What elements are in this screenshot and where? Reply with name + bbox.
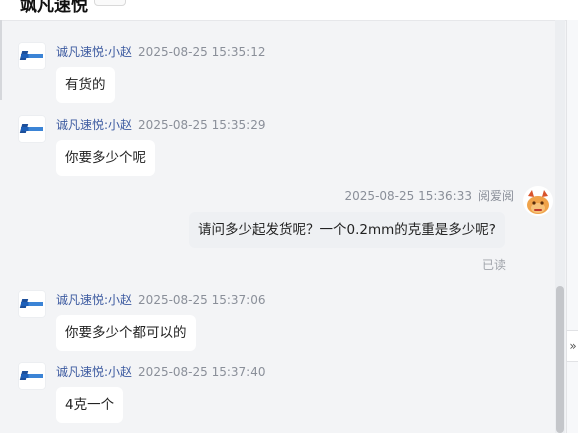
side-panel-edge <box>566 20 578 433</box>
message-time: 2025-08-25 15:36:33 <box>344 189 472 203</box>
message-meta: 诚凡速悦:小赵 2025-08-25 15:35:29 <box>56 116 266 133</box>
message-bubble[interactable]: 你要多少个呢 <box>56 140 155 176</box>
message-time: 2025-08-25 15:35:29 <box>138 118 266 132</box>
double-chevron-right-icon[interactable]: » <box>566 330 578 362</box>
message-bubble[interactable]: 4克一个 <box>56 387 124 423</box>
brand-logo-icon[interactable] <box>18 290 46 318</box>
message-list[interactable]: 诚凡速悦:小赵 2025-08-25 15:35:12 有货的 诚凡速悦:小赵 20… <box>0 20 566 433</box>
message-meta: 2025-08-25 15:36:33 阅爱阅 <box>345 187 514 204</box>
message-bubble[interactable]: 你要多少个都可以的 <box>56 315 196 351</box>
sender-name[interactable]: 诚凡速悦:小赵 <box>56 365 132 379</box>
message-time: 2025-08-25 15:37:06 <box>138 293 266 307</box>
scrollbar-thumb[interactable] <box>556 286 564 433</box>
header-tag[interactable] <box>94 0 126 6</box>
sender-name[interactable]: 诚凡速悦:小赵 <box>56 118 132 132</box>
sender-name[interactable]: 诚凡速悦:小赵 <box>56 293 132 307</box>
sender-name[interactable]: 诚凡速悦:小赵 <box>56 45 132 59</box>
sender-name: 阅爱阅 <box>477 189 514 203</box>
brand-logo-icon[interactable] <box>18 115 46 143</box>
brand-logo-icon[interactable] <box>18 42 46 70</box>
message-meta: 诚凡速悦:小赵 2025-08-25 15:37:06 <box>56 291 266 308</box>
read-receipt: 已读 <box>482 258 507 272</box>
brand-logo-icon[interactable] <box>18 362 46 390</box>
message-meta: 诚凡速悦:小赵 2025-08-25 15:35:12 <box>56 43 266 60</box>
message-bubble[interactable]: 请问多少起发货呢？一个0.2mm的克重是多少呢? <box>189 212 505 248</box>
message-bubble[interactable]: 有货的 <box>56 67 115 103</box>
message-time: 2025-08-25 15:35:12 <box>138 45 266 59</box>
chat-header: 飒凡速悦 <box>0 0 578 21</box>
cartoon-character-icon[interactable] <box>523 186 553 216</box>
message-meta: 诚凡速悦:小赵 2025-08-25 15:37:40 <box>56 363 266 380</box>
message-time: 2025-08-25 15:37:40 <box>138 365 266 379</box>
header-title: 飒凡速悦 <box>20 0 88 16</box>
